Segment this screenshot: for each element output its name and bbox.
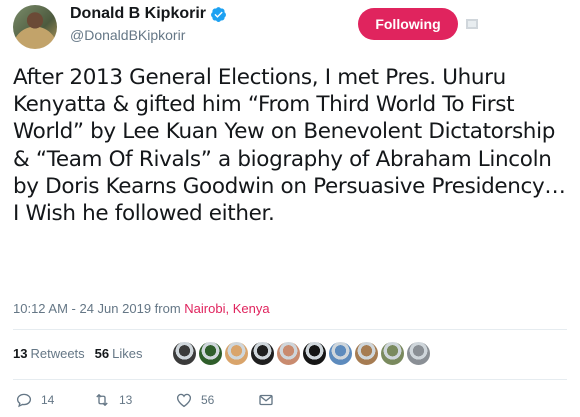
retweets-stat[interactable]: 13 Retweets <box>13 346 85 361</box>
divider <box>13 379 567 380</box>
tweet-location-link[interactable]: Nairobi, Kenya <box>184 301 269 316</box>
liker-avatars <box>172 341 432 366</box>
like-action[interactable]: 56 <box>175 391 214 409</box>
verified-badge-icon <box>211 6 226 22</box>
tweet-header: Donald B Kipkorir @DonaldBKipkorir Follo… <box>0 0 580 60</box>
likes-stat[interactable]: 56 Likes <box>95 346 143 361</box>
retweet-count: 13 <box>119 393 133 407</box>
more-options-icon[interactable] <box>465 17 479 31</box>
liker-avatar[interactable] <box>302 341 327 366</box>
heart-icon <box>176 393 192 408</box>
liker-avatar[interactable] <box>276 341 301 366</box>
liker-avatar[interactable] <box>354 341 379 366</box>
divider <box>13 329 567 330</box>
likes-stat-count: 56 <box>94 346 110 361</box>
author-avatar[interactable] <box>13 5 57 49</box>
author-name-line: Donald B Kipkorir <box>70 5 227 23</box>
liker-avatar[interactable] <box>250 341 275 366</box>
reply-action[interactable]: 14 <box>15 391 54 409</box>
tweet-metadata: 10:12 AM - 24 Jun 2019 from Nairobi, Ken… <box>13 301 270 316</box>
tweet-timestamp[interactable]: 10:12 AM - 24 Jun 2019 from <box>13 301 181 316</box>
author-display-name[interactable]: Donald B Kipkorir <box>70 5 206 23</box>
retweet-icon <box>96 394 108 406</box>
liker-avatar[interactable] <box>172 341 197 366</box>
following-button[interactable]: Following <box>358 8 458 40</box>
liker-avatar[interactable] <box>406 341 431 366</box>
liker-avatar[interactable] <box>198 341 223 366</box>
reply-icon <box>16 393 32 408</box>
direct-message-action[interactable] <box>257 391 283 409</box>
retweet-action[interactable]: 13 <box>93 391 132 409</box>
author-handle[interactable]: @DonaldBKipkorir <box>70 27 185 43</box>
tweet-actions: 14 13 56 <box>0 391 580 415</box>
reply-count: 14 <box>41 393 55 407</box>
tweet-text: After 2013 General Elections, I met Pres… <box>13 65 566 227</box>
likes-stat-label: Likes <box>112 346 143 361</box>
engagement-stats: 13 Retweets 56 Likes <box>13 346 153 361</box>
like-count: 56 <box>201 393 215 407</box>
envelope-icon <box>259 394 273 406</box>
retweets-stat-count: 13 <box>13 346 28 361</box>
retweets-stat-label: Retweets <box>30 346 85 361</box>
liker-avatar[interactable] <box>224 341 249 366</box>
liker-avatar[interactable] <box>328 341 353 366</box>
liker-avatar[interactable] <box>380 341 405 366</box>
